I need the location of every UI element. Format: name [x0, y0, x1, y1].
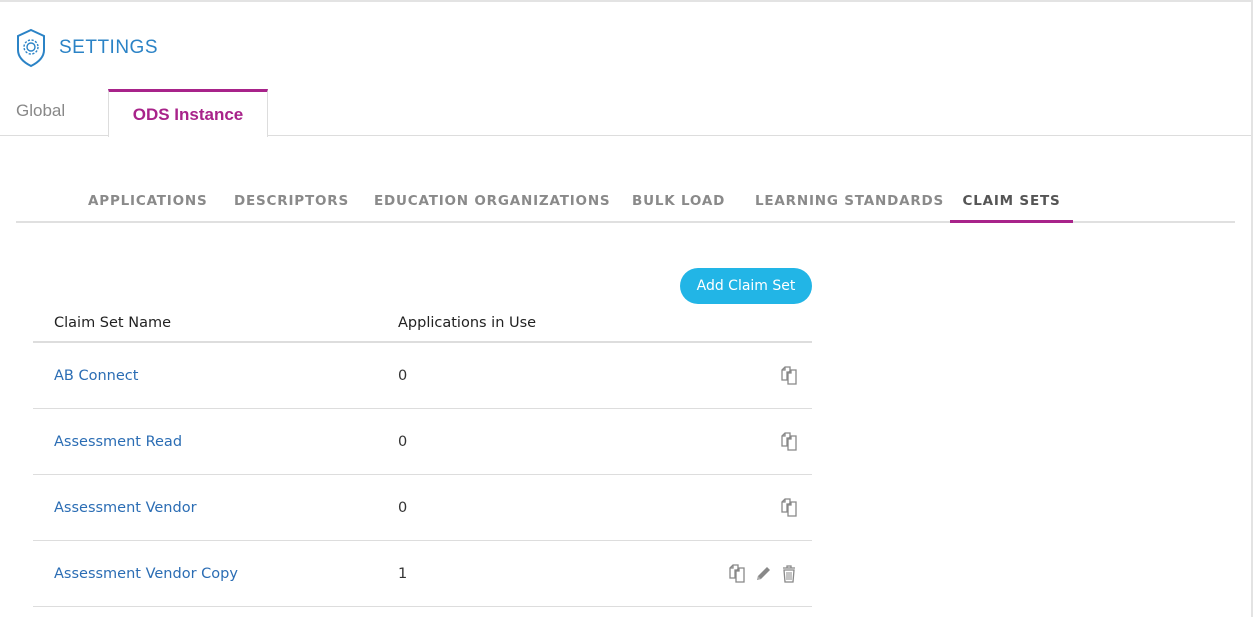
- claim-set-name-link[interactable]: Assessment Read: [54, 434, 182, 450]
- copy-icon[interactable]: [778, 365, 800, 387]
- column-header-name: Claim Set Name: [54, 315, 171, 331]
- page-title: SETTINGS: [59, 37, 159, 58]
- copy-icon[interactable]: [778, 431, 800, 453]
- subtab-applications[interactable]: APPLICATIONS: [88, 178, 208, 223]
- copy-icon[interactable]: [726, 563, 748, 585]
- tab-global[interactable]: Global: [16, 89, 65, 133]
- subtab-learning-standards[interactable]: LEARNING STANDARDS: [755, 178, 944, 223]
- table-row: AB Connect 0: [33, 343, 812, 409]
- claim-set-name-link[interactable]: AB Connect: [54, 368, 138, 384]
- applications-count: 1: [398, 566, 408, 582]
- top-tabs: Global ODS Instance: [0, 89, 1251, 137]
- applications-count: 0: [398, 500, 408, 516]
- table-header: Claim Set Name Applications in Use: [33, 305, 812, 343]
- table-row: Assessment Read 0: [33, 409, 812, 475]
- subtab-descriptors[interactable]: DESCRIPTORS: [234, 178, 349, 223]
- shield-gear-icon: [17, 28, 45, 68]
- table-row: Assessment Vendor 0: [33, 475, 812, 541]
- subtab-bulk-load[interactable]: BULK LOAD: [632, 178, 725, 223]
- claim-sets-table: Claim Set Name Applications in Use AB Co…: [33, 305, 812, 607]
- sub-tabs: APPLICATIONS DESCRIPTORS EDUCATION ORGAN…: [16, 178, 1235, 223]
- settings-header: SETTINGS: [15, 28, 158, 68]
- trash-icon[interactable]: [778, 563, 800, 585]
- copy-icon[interactable]: [778, 497, 800, 519]
- subtab-claim-sets[interactable]: CLAIM SETS: [950, 178, 1073, 223]
- applications-count: 0: [398, 434, 408, 450]
- claim-set-name-link[interactable]: Assessment Vendor Copy: [54, 566, 238, 582]
- tab-ods-instance[interactable]: ODS Instance: [108, 89, 268, 137]
- column-header-applications: Applications in Use: [398, 315, 537, 331]
- claim-set-name-link[interactable]: Assessment Vendor: [54, 500, 197, 516]
- add-claim-set-button[interactable]: Add Claim Set: [680, 268, 812, 304]
- table-row: Assessment Vendor Copy 1: [33, 541, 812, 607]
- pencil-icon[interactable]: [752, 563, 774, 585]
- applications-count: 0: [398, 368, 408, 384]
- subtab-education-organizations[interactable]: EDUCATION ORGANIZATIONS: [374, 178, 610, 223]
